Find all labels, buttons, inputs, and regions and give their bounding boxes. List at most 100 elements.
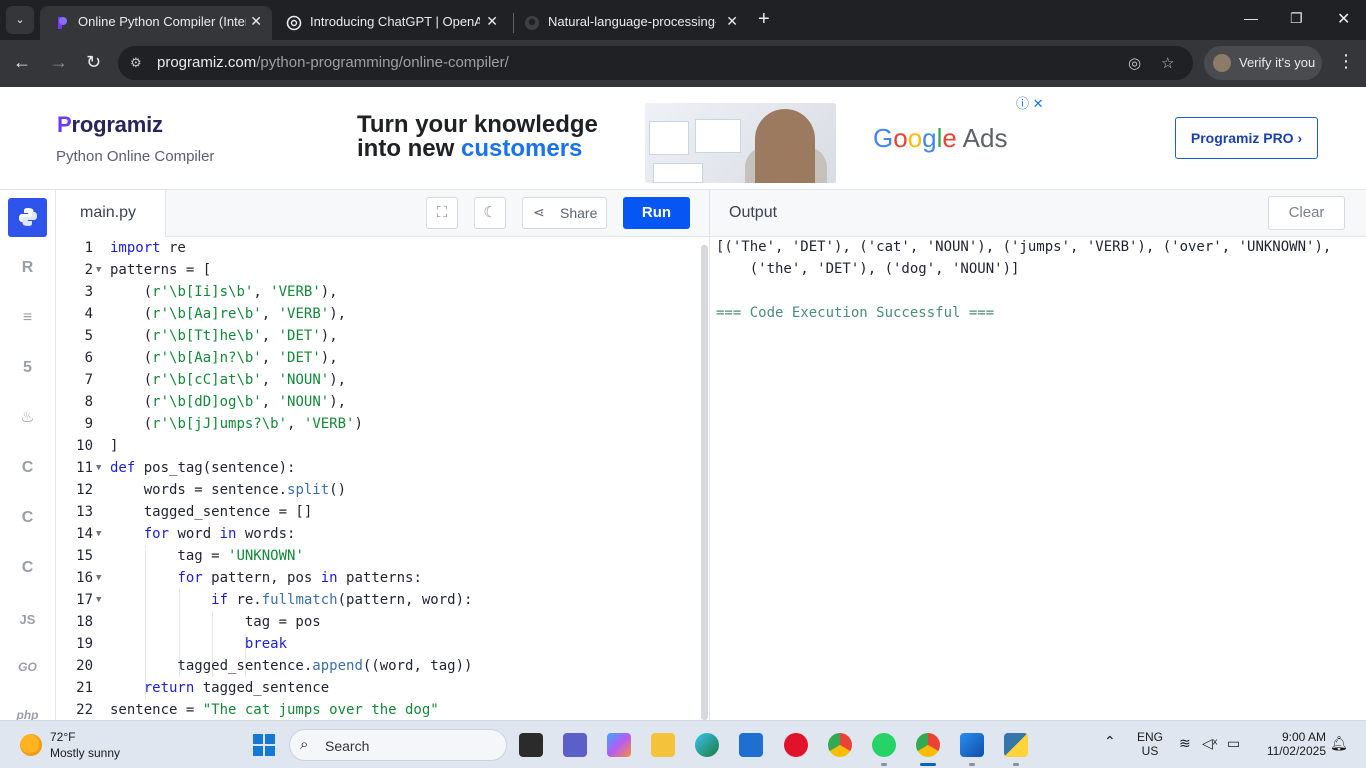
close-tab-icon[interactable]: ✕ [250,13,262,30]
programiz-pro-button[interactable]: Programiz PRO › [1175,117,1318,159]
ad-photo[interactable] [645,103,836,183]
code-line[interactable]: 16 ▼ for pattern, pos in patterns: [56,567,700,589]
tab-introducing-chatgpt[interactable]: Introducing ChatGPT | OpenAI ✕ [272,6,508,40]
whatsapp-icon[interactable] [872,733,896,757]
url-text[interactable]: programiz.com/python-programming/online-… [157,54,509,71]
code-line[interactable]: 21 return tagged_sentence [56,677,700,699]
file-tab-main-py[interactable]: main.py [56,190,166,237]
ad-headline[interactable]: Turn your knowledge into new customers [357,113,598,161]
sidebar-item-csharp[interactable]: C [8,548,47,587]
output-console[interactable]: [('The', 'DET'), ('cat', 'NOUN'), ('jump… [710,237,1366,720]
code-line[interactable]: 7 (r'\b[cC]at\b', 'NOUN'), [56,369,700,391]
code-line[interactable]: 12 words = sentence.split() [56,479,700,501]
code-line[interactable]: 1 import re [56,237,700,259]
weather-sun-icon[interactable] [20,734,42,756]
reload-icon[interactable]: ↻ [86,52,101,73]
code-line[interactable]: 22 sentence = "The cat jumps over the dog… [56,699,700,720]
speaker-muted-icon[interactable]: ◁ˣ [1202,735,1217,752]
notification-bell-icon[interactable]: 🔔︎ [1330,735,1348,752]
tab-natural-language-processing[interactable]: Natural-language-processing-/ ✕ [508,6,748,40]
address-bar[interactable]: ⚙ programiz.com/python-programming/onlin… [118,46,1193,80]
code-line[interactable]: 14 ▼ for word in words: [56,523,700,545]
opera-icon[interactable] [784,733,808,757]
edge-icon[interactable] [695,733,719,757]
photos-icon[interactable] [960,733,984,757]
tab-search-button[interactable]: ⌄ [6,6,34,34]
clear-button[interactable]: Clear [1268,196,1345,230]
code-line[interactable]: 10] [56,435,700,457]
code-line[interactable]: 13 tagged_sentence = [] [56,501,700,523]
sidebar-item-go[interactable]: GO [8,648,47,687]
tray-overflow-chevron-icon[interactable]: ⌃ [1104,733,1116,750]
dark-mode-moon-icon[interactable]: ☾ [474,197,506,229]
fold-chevron-icon[interactable]: ▼ [96,259,101,281]
taskbar-search[interactable]: ⌕ Search [289,729,507,761]
chrome-icon[interactable] [828,733,852,757]
fold-chevron-icon[interactable]: ▼ [96,589,101,611]
line-number: 19 [76,636,93,652]
code-line[interactable]: 18 tag = pos [56,611,700,633]
site-info-icon[interactable]: ⚙ [130,55,142,71]
code-line[interactable]: 6 (r'\b[Aa]n?\b', 'DET'), [56,347,700,369]
sidebar-item-sql[interactable]: ≡ [8,298,47,337]
sidebar-item-python[interactable] [8,198,47,237]
sidebar-item-c[interactable]: C [8,448,47,487]
fold-chevron-icon[interactable]: ▼ [96,567,101,589]
python-app-icon[interactable] [1004,733,1028,757]
sidebar-item-java[interactable]: ♨ [8,398,47,437]
adchoices-close-icon[interactable]: ⓘ ✕ [1016,93,1044,112]
windows-start-icon[interactable] [252,733,276,757]
close-window-icon[interactable]: ✕ [1337,9,1350,29]
code-line[interactable]: 17 ▼ if re.fullmatch(pattern, word): [56,589,700,611]
verify-label: Verify it's you [1239,55,1316,70]
sidebar-item-cpp[interactable]: C [8,498,47,537]
wifi-icon[interactable]: ≋ [1179,735,1191,752]
code-line[interactable]: 19 break [56,633,700,655]
tab-online-python-compiler[interactable]: Online Python Compiler (Interpreter) ✕ [40,6,272,40]
code-editor[interactable]: 1 import re 2 ▼ patterns = [3 (r'\b[Ii]s\b',… [56,237,700,720]
task-view-icon[interactable] [519,733,543,757]
programiz-logo[interactable]: Programiz [57,112,163,138]
code-line[interactable]: 5 (r'\b[Tt]he\b', 'DET'), [56,325,700,347]
forward-arrow-icon[interactable]: → [50,52,68,73]
copilot-icon[interactable] [607,733,631,757]
new-tab-icon[interactable]: + [758,8,770,31]
file-explorer-icon[interactable] [651,733,675,757]
run-button[interactable]: Run [623,197,690,229]
close-tab-icon[interactable]: ✕ [486,13,498,30]
google-ads-logo[interactable]: Google Ads [873,123,1007,154]
fold-chevron-icon[interactable]: ▼ [96,457,101,479]
code-line[interactable]: 8 (r'\b[dD]og\b', 'NOUN'), [56,391,700,413]
sidebar-item-r[interactable]: R [8,248,47,287]
code-line[interactable]: 3 (r'\b[Ii]s\b', 'VERB'), [56,281,700,303]
code-line[interactable]: 11 ▼ def pos_tag(sentence): [56,457,700,479]
chrome-profile-icon[interactable] [916,733,940,757]
minimize-icon[interactable]: — [1244,10,1258,26]
weather-description[interactable]: Mostly sunny [50,746,120,760]
share-button[interactable]: ⋖ Share [522,197,607,229]
verify-profile-button[interactable]: Verify it's you [1204,46,1322,80]
browser-menu-icon[interactable]: ⋮ [1337,51,1355,72]
editor-scrollbar[interactable] [701,245,708,720]
input-language-indicator[interactable]: ENG US [1136,730,1164,758]
taskbar-search-label: Search [325,738,370,754]
fold-chevron-icon[interactable]: ▼ [96,523,101,545]
sidebar-item-javascript[interactable]: JS [8,600,47,639]
fullscreen-icon[interactable]: ⛶ [426,197,458,229]
code-line[interactable]: 2 ▼ patterns = [ [56,259,700,281]
close-tab-icon[interactable]: ✕ [726,13,738,30]
sidebar-item-html[interactable]: 5 [8,348,47,387]
teams-icon[interactable] [563,733,587,757]
code-line[interactable]: 20 tagged_sentence.append((word, tag)) [56,655,700,677]
code-line[interactable]: 4 (r'\b[Aa]re\b', 'VERB'), [56,303,700,325]
clock[interactable]: 9:00 AM 11/02/2025 [1258,730,1326,758]
back-arrow-icon[interactable]: ← [13,52,31,73]
code-line[interactable]: 15 tag = 'UNKNOWN' [56,545,700,567]
bookmark-star-icon[interactable]: ☆ [1161,54,1174,72]
battery-icon[interactable]: ▭ [1227,735,1240,752]
microsoft-store-icon[interactable] [739,733,763,757]
weather-temperature[interactable]: 72°F [50,730,75,744]
restore-icon[interactable]: ❐ [1290,10,1303,27]
code-line[interactable]: 9 (r'\b[jJ]umps?\b', 'VERB') [56,413,700,435]
eye-off-icon[interactable]: ◎ [1128,54,1141,72]
